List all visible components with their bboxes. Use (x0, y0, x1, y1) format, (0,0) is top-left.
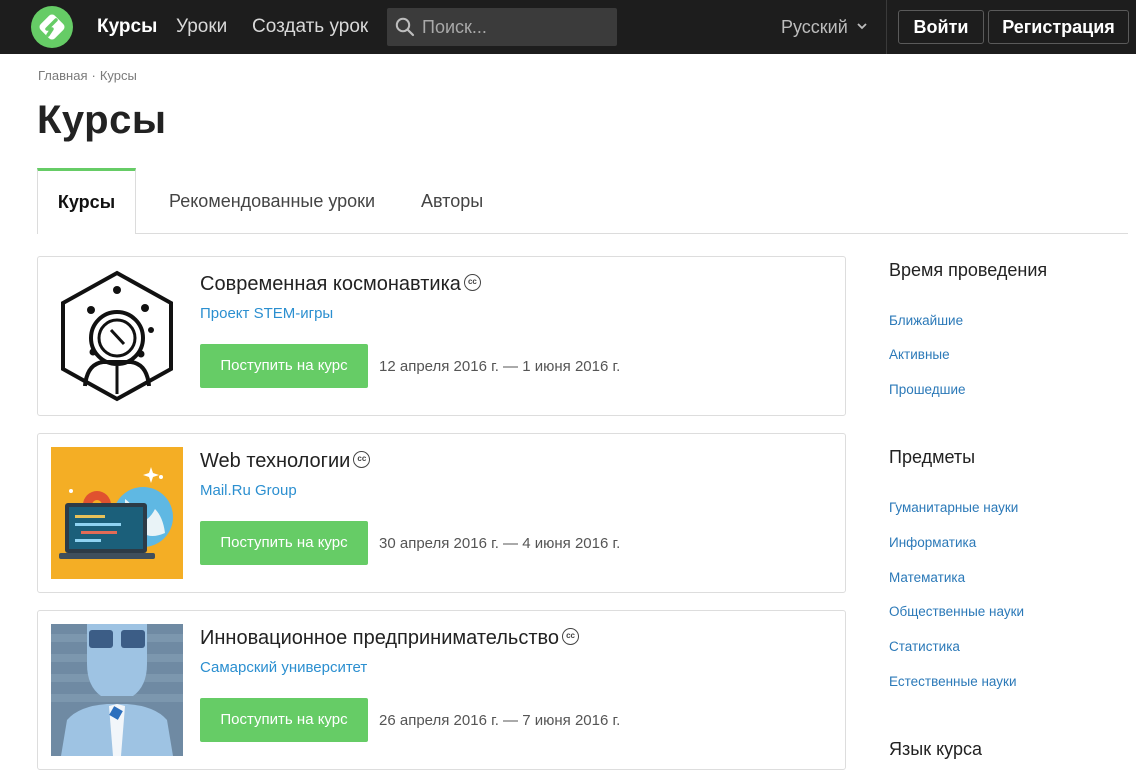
creative-commons-icon: cc (463, 274, 481, 292)
filter-social-sciences[interactable]: Общественные науки (889, 604, 1024, 619)
enroll-button[interactable]: Поступить на курс (200, 344, 368, 388)
search-box (387, 8, 617, 46)
filter-humanities[interactable]: Гуманитарные науки (889, 500, 1018, 515)
course-author-link[interactable]: Самарский университет (200, 659, 367, 676)
breadcrumb-current: Курсы (99, 68, 137, 83)
filter-heading-language: Язык курса (889, 739, 982, 759)
search-icon[interactable] (395, 17, 415, 37)
tab-recommended-lessons[interactable]: Рекомендованные уроки (169, 168, 375, 234)
page-title: Курсы (37, 98, 167, 142)
filter-upcoming[interactable]: Ближайшие (889, 313, 963, 328)
filter-statistics[interactable]: Статистика (889, 639, 960, 654)
navbar-divider (886, 0, 887, 54)
course-cover-cosmonautics[interactable] (51, 270, 183, 402)
course-cover-entrepreneurship[interactable] (51, 624, 183, 756)
enroll-button[interactable]: Поступить на курс (200, 521, 368, 565)
course-card: Web технологии cc Mail.Ru Group Поступить… (37, 433, 846, 593)
tab-courses[interactable]: Курсы (37, 168, 136, 234)
register-button[interactable]: Регистрация (988, 10, 1129, 44)
course-title[interactable]: Современная космонавтика cc (200, 273, 481, 296)
nav-lessons[interactable]: Уроки (176, 0, 227, 54)
filter-past[interactable]: Прошедшие (889, 382, 966, 397)
course-card: Современная космонавтика cc Проект STEM-и… (37, 256, 846, 416)
breadcrumb-home[interactable]: Главная (38, 68, 87, 83)
search-input[interactable] (422, 8, 612, 46)
stepik-logo[interactable] (30, 5, 74, 49)
breadcrumb: Главная · Курсы (38, 68, 137, 83)
filter-heading-time: Время проведения (889, 260, 1048, 280)
enroll-button[interactable]: Поступить на курс (200, 698, 368, 742)
chevron-down-icon[interactable] (856, 20, 868, 32)
course-title[interactable]: Инновационное предпринимательство cc (200, 627, 580, 650)
nav-courses[interactable]: Курсы (97, 0, 157, 54)
course-author-link[interactable]: Проект STEM-игры (200, 305, 333, 322)
course-dates: 26 апреля 2016 г. — 7 июня 2016 г. (379, 712, 621, 729)
creative-commons-icon: cc (562, 628, 580, 646)
language-select[interactable]: Русский (781, 0, 848, 54)
login-button[interactable]: Войти (898, 10, 984, 44)
course-dates: 12 апреля 2016 г. — 1 июня 2016 г. (379, 358, 621, 375)
creative-commons-icon: cc (353, 451, 371, 469)
course-title[interactable]: Web технологии cc (200, 450, 371, 473)
filter-natural-sciences[interactable]: Естественные науки (889, 674, 1017, 689)
nav-create-lesson[interactable]: Создать урок (252, 0, 368, 54)
course-author-link[interactable]: Mail.Ru Group (200, 482, 297, 499)
filter-active[interactable]: Активные (889, 347, 950, 362)
course-card: Инновационное предпринимательство cc Сама… (37, 610, 846, 770)
filter-heading-subjects: Предметы (889, 447, 976, 467)
filter-math[interactable]: Математика (889, 570, 965, 585)
filter-informatics[interactable]: Информатика (889, 535, 976, 550)
course-title-text[interactable]: Web технологии (200, 450, 350, 472)
course-title-text[interactable]: Современная космонавтика (200, 273, 461, 295)
breadcrumb-separator: · (91, 68, 96, 83)
tab-authors[interactable]: Авторы (421, 168, 483, 234)
top-navbar: Курсы Уроки Создать урок Русский Войти Р… (0, 0, 1136, 54)
course-cover-web[interactable] (51, 447, 183, 579)
course-dates: 30 апреля 2016 г. — 4 июня 2016 г. (379, 535, 621, 552)
course-title-text[interactable]: Инновационное предпринимательство (200, 627, 559, 649)
